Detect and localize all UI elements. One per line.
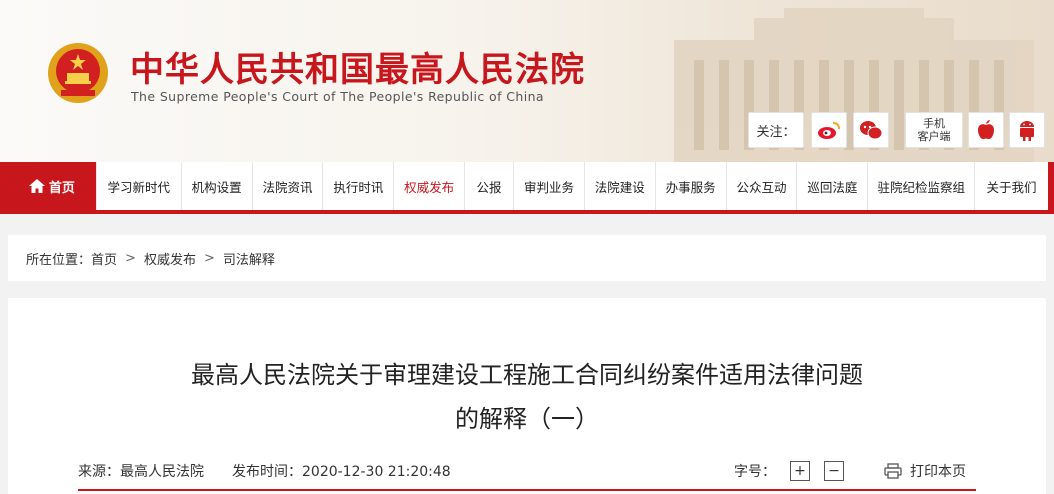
nav-item-discipline-inspection[interactable]: 驻院纪检监察组	[867, 162, 974, 210]
printer-icon	[884, 463, 902, 479]
follow-label: 关注：	[748, 112, 804, 148]
breadcrumb-home[interactable]: 首页	[91, 249, 117, 268]
wechat-icon	[860, 121, 883, 140]
mobile-label-line2: 客户端	[917, 130, 951, 143]
site-header: 中华人民共和国最高人民法院 The Supreme People's Court…	[0, 0, 1054, 162]
nav-item-authoritative-release[interactable]: 权威发布	[393, 162, 464, 210]
wechat-button[interactable]	[853, 112, 889, 148]
breadcrumb-authoritative-release[interactable]: 权威发布	[144, 249, 196, 268]
article-source: 来源：最高人民法院	[78, 464, 204, 480]
home-icon	[28, 179, 45, 193]
mobile-client-button[interactable]: 手机 客户端	[905, 112, 963, 148]
apple-app-button[interactable]	[968, 112, 1004, 148]
site-title: 中华人民共和国最高人民法院	[130, 50, 585, 90]
article-meta: 来源：最高人民法院 发布时间：2020-12-30 21:20:48	[78, 461, 451, 481]
android-app-button[interactable]	[1009, 112, 1045, 148]
national-emblem-icon	[48, 43, 108, 103]
article-title: 最高人民法院关于审理建设工程施工合同纠纷案件适用法律问题 的解释（一）	[8, 353, 1046, 441]
breadcrumb: 所在位置： 首页 > 权威发布 > 司法解释	[8, 235, 1046, 281]
weibo-icon	[818, 122, 840, 139]
nav-item-gazette[interactable]: 公报	[464, 162, 513, 210]
main-nav: 首页 学习新时代 机构设置 法院资讯 执行时讯 权威发布 公报 审判业务 法院建…	[0, 162, 1054, 214]
font-size-decrease-button[interactable]: −	[824, 461, 844, 481]
nav-item-public-interaction[interactable]: 公众互动	[725, 162, 797, 210]
mobile-label-line1: 手机	[923, 117, 945, 130]
nav-home-label: 首页	[48, 180, 75, 196]
nav-item-organization[interactable]: 机构设置	[180, 162, 252, 210]
article-title-line2: 的解释（一）	[455, 405, 599, 433]
breadcrumb-separator: >	[203, 250, 215, 266]
title-divider	[78, 489, 976, 491]
nav-bar: 首页 学习新时代 机构设置 法院资讯 执行时讯 权威发布 公报 审判业务 法院建…	[8, 162, 1048, 210]
nav-item-services[interactable]: 办事服务	[654, 162, 726, 210]
nav-item-court-construction[interactable]: 法院建设	[583, 162, 655, 210]
nav-item-home[interactable]: 首页	[8, 162, 96, 210]
nav-item-execution-news[interactable]: 执行时讯	[322, 162, 393, 210]
apple-icon	[978, 120, 994, 140]
breadcrumb-separator: >	[125, 250, 136, 266]
article-title-line1: 最高人民法院关于审理建设工程施工合同纠纷案件适用法律问题	[191, 361, 863, 389]
nav-item-court-news[interactable]: 法院资讯	[251, 162, 323, 210]
weibo-button[interactable]	[811, 112, 847, 148]
android-icon	[1020, 121, 1034, 141]
print-label: 打印本页	[910, 464, 966, 480]
article-publish-time: 发布时间：2020-12-30 21:20:48	[232, 464, 451, 480]
breadcrumb-judicial-interpretation[interactable]: 司法解释	[223, 249, 275, 268]
font-size-increase-button[interactable]: +	[790, 461, 810, 481]
nav-item-circuit-court[interactable]: 巡回法庭	[796, 162, 867, 210]
nav-item-about-us[interactable]: 关于我们	[974, 162, 1048, 210]
print-button[interactable]: 打印本页	[884, 461, 966, 481]
breadcrumb-prefix: 所在位置：	[26, 252, 92, 268]
nav-item-trial-business[interactable]: 审判业务	[513, 162, 584, 210]
article-panel: 最高人民法院关于审理建设工程施工合同纠纷案件适用法律问题 的解释（一） 来源：最…	[8, 298, 1046, 494]
font-size-label: 字号：	[734, 464, 776, 480]
nav-item-study[interactable]: 学习新时代	[95, 162, 181, 210]
site-subtitle: The Supreme People's Court of The People…	[131, 89, 544, 104]
font-size-control: 字号： + −	[734, 461, 844, 481]
